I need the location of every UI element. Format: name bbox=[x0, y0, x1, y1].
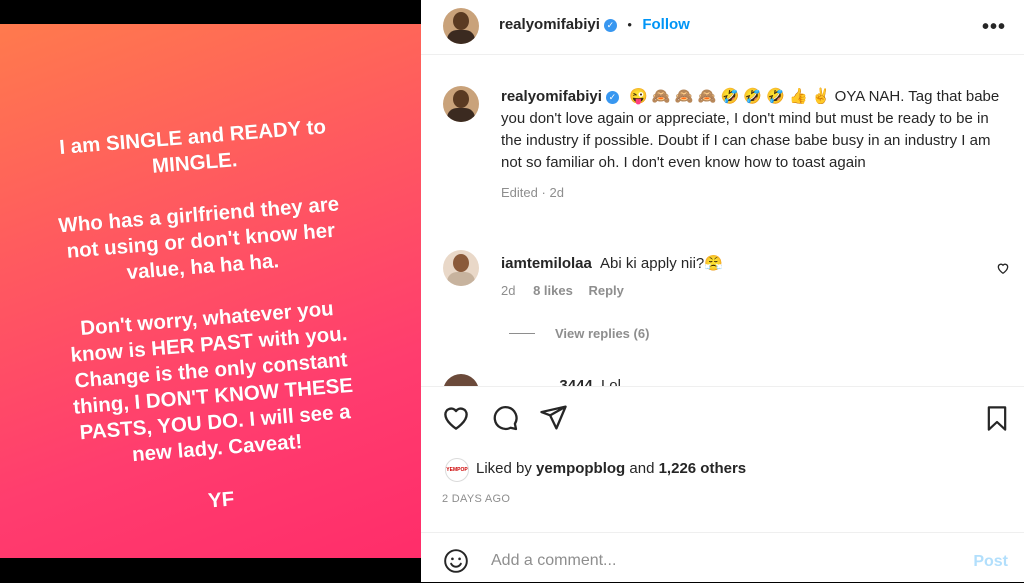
partial-comment-row: _______3444 Lol bbox=[421, 372, 1024, 386]
like-heart-icon[interactable] bbox=[441, 403, 471, 433]
partial-commenter-avatar[interactable] bbox=[443, 374, 479, 386]
post-image-line-1: I am SINGLE and READY to MINGLE. bbox=[58, 115, 327, 178]
caption: realyomifabiyi ✓ 😜 🙈 🙈 🙈 🤣 🤣 🤣 👍 ✌ OYA NA… bbox=[501, 86, 1001, 204]
post-details-panel: realyomifabiyi ✓ • Follow ••• realyomifab… bbox=[421, 0, 1024, 582]
caption-edited-label: Edited bbox=[501, 185, 538, 200]
comment-item: iamtemilolaa Abi ki apply nii?😤 2d 8 lik… bbox=[501, 254, 981, 298]
post-timestamp[interactable]: 2 DAYS AGO bbox=[442, 493, 510, 505]
verified-badge-icon: ✓ bbox=[603, 19, 617, 32]
view-replies-row[interactable]: View replies (6) bbox=[509, 326, 649, 341]
more-options-icon[interactable]: ••• bbox=[982, 16, 1006, 39]
commenter-avatar[interactable] bbox=[443, 250, 479, 286]
post-image-line-4: YF bbox=[207, 487, 236, 513]
author-username[interactable]: realyomifabiyi bbox=[499, 16, 600, 33]
liked-by-and: and bbox=[629, 460, 655, 477]
partial-comment-text: Lol bbox=[600, 377, 621, 386]
share-send-icon[interactable] bbox=[539, 403, 568, 432]
liked-by: Liked by yempopblog and 1,226 others bbox=[476, 460, 746, 477]
likes-count[interactable]: 1,226 others bbox=[659, 460, 747, 477]
caption-emojis: 😜 🙈 🙈 🙈 🤣 🤣 🤣 👍 ✌ bbox=[629, 88, 831, 105]
caption-meta-dot: · bbox=[541, 185, 546, 200]
post-image-text: I am SINGLE and READY to MINGLE. Who has… bbox=[42, 113, 374, 551]
post-comment-button[interactable]: Post bbox=[973, 553, 1008, 571]
emoji-smiley-icon[interactable] bbox=[443, 548, 469, 574]
caption-time: 2d bbox=[549, 185, 564, 200]
liked-by-prefix: Liked by bbox=[476, 460, 532, 477]
actions-divider bbox=[421, 386, 1024, 387]
comment-reply-button[interactable]: Reply bbox=[588, 283, 623, 298]
caption-author-avatar[interactable] bbox=[443, 86, 479, 122]
follow-button[interactable]: Follow bbox=[642, 16, 690, 33]
post-image-line-2: Who has a girlfriend they are not using … bbox=[57, 192, 340, 285]
comment-bubble-icon[interactable] bbox=[490, 403, 519, 432]
caption-username[interactable]: realyomifabiyi bbox=[501, 88, 602, 105]
comment-username[interactable]: iamtemilolaa bbox=[501, 255, 592, 272]
view-replies-button[interactable]: View replies (6) bbox=[555, 326, 649, 341]
add-comment-bar: Post bbox=[421, 532, 1024, 583]
partial-comment-username[interactable]: _______3444 bbox=[501, 377, 593, 386]
comment-text: Abi ki apply nii?😤 bbox=[600, 255, 723, 272]
comment-likes[interactable]: 8 likes bbox=[533, 283, 573, 298]
save-bookmark-icon[interactable] bbox=[983, 404, 1011, 433]
liked-by-mini-avatar[interactable]: YEMPOP bbox=[445, 458, 469, 482]
add-comment-input[interactable] bbox=[489, 547, 923, 575]
post-image-line-3: Don't worry, whatever you know is HER PA… bbox=[69, 297, 354, 467]
caption-verified-badge-icon: ✓ bbox=[605, 91, 619, 104]
view-replies-line bbox=[509, 333, 535, 334]
liked-by-mini-avatar-label: YEMPOP bbox=[446, 467, 468, 473]
comment-like-heart-icon[interactable] bbox=[996, 261, 1010, 275]
post-image[interactable]: I am SINGLE and READY to MINGLE. Who has… bbox=[0, 24, 421, 558]
liked-by-user[interactable]: yempopblog bbox=[536, 460, 625, 477]
header-separator: • bbox=[627, 17, 632, 32]
author-avatar[interactable] bbox=[443, 8, 479, 44]
post-header: realyomifabiyi ✓ • Follow ••• bbox=[421, 0, 1024, 55]
comment-time: 2d bbox=[501, 283, 516, 298]
